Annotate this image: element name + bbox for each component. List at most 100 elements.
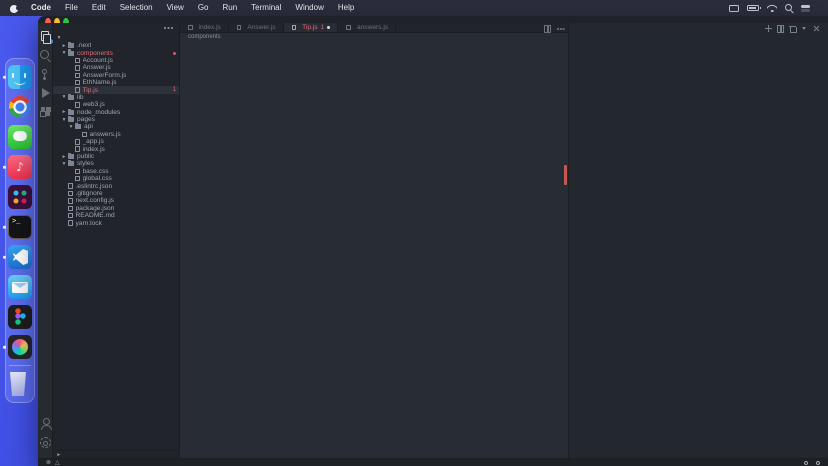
tab-answer.js[interactable]: Answer.js — [228, 23, 284, 32]
tree-item-readme.md[interactable]: README.md — [53, 212, 179, 219]
tree-item-ethname.js[interactable]: EthName.js — [53, 79, 179, 86]
control-center-icon[interactable] — [801, 4, 810, 12]
dock-item-trash[interactable] — [8, 372, 32, 396]
tree-item-answers.js[interactable]: answers.js — [53, 131, 179, 138]
window-titlebar[interactable] — [38, 16, 828, 28]
menu-item-code[interactable]: Code — [24, 0, 58, 16]
folder-icon — [68, 152, 74, 160]
menu-item-help[interactable]: Help — [331, 0, 361, 16]
tree-item-base.css[interactable]: base.css — [53, 168, 179, 175]
apple-menu-icon[interactable] — [10, 4, 20, 13]
breadcrumb-components[interactable]: components — [188, 34, 221, 40]
menu-item-view[interactable]: View — [160, 0, 191, 16]
notifications-bell-icon[interactable] — [816, 460, 820, 465]
tab-tip.js[interactable]: Tip.js 1 — [283, 23, 339, 32]
extensions-icon[interactable] — [39, 107, 51, 118]
menu-item-terminal[interactable]: Terminal — [244, 0, 288, 16]
kill-terminal-icon[interactable] — [789, 25, 797, 33]
terminal-output[interactable] — [577, 36, 778, 455]
tree-item-pages[interactable]: pages — [53, 115, 179, 123]
settings-gear-icon[interactable] — [39, 437, 51, 448]
tree-item-_app.js[interactable]: _app.js — [53, 138, 179, 145]
menu-item-selection[interactable]: Selection — [113, 0, 160, 16]
chevron-down-icon[interactable] — [801, 25, 808, 32]
dock-item-figma[interactable] — [8, 305, 32, 329]
source-control-icon[interactable] — [40, 69, 51, 80]
tree-item-public[interactable]: public — [53, 152, 179, 160]
tree-item-package.json[interactable]: package.json — [53, 205, 179, 212]
tree-item-answerform.js[interactable]: AnswerForm.js — [53, 72, 179, 79]
file-icon — [68, 190, 73, 197]
editor-group: index.js Answer.js Tip.js 1 answers.js compo… — [180, 23, 568, 458]
battery-icon[interactable] — [747, 5, 761, 11]
error-icon: ⊗ — [46, 460, 52, 466]
menu-item-window[interactable]: Window — [288, 0, 330, 16]
outline-section[interactable] — [53, 450, 179, 458]
tree-item-api[interactable]: api — [53, 123, 179, 130]
menu-item-go[interactable]: Go — [191, 0, 216, 16]
dock-item-chrome[interactable] — [8, 95, 32, 119]
dock-item-messages[interactable] — [8, 125, 32, 149]
split-editor-icon[interactable] — [544, 25, 551, 33]
tree-item-global.css[interactable]: global.css — [53, 175, 179, 182]
tree-item-node_modules[interactable]: node_modules — [53, 108, 179, 116]
dock-item-terminal[interactable] — [8, 215, 32, 239]
feedback-icon[interactable] — [804, 460, 808, 465]
tree-item-index.js[interactable]: index.js — [53, 145, 179, 153]
modified-dot — [173, 51, 176, 55]
tree-item-styles[interactable]: styles — [53, 160, 179, 167]
split-terminal-icon[interactable] — [777, 25, 784, 33]
account-icon[interactable] — [40, 418, 52, 430]
menubar-items: Code File Edit Selection View Go Run Terminal Wi… — [24, 0, 361, 16]
wifi-icon[interactable] — [767, 4, 777, 12]
dock-item-music[interactable] — [8, 155, 32, 179]
tree-item-lib[interactable]: lib — [53, 93, 179, 101]
tree-item-tip.js[interactable]: Tip.js 1 — [53, 86, 179, 94]
tab-answers.js[interactable]: answers.js — [338, 23, 397, 32]
folder-icon — [68, 49, 74, 56]
file-icon — [75, 175, 80, 182]
tree-item-account.js[interactable]: Account.js — [53, 57, 179, 64]
explorer-icon[interactable] — [40, 31, 53, 44]
dock-item-finder[interactable] — [8, 65, 32, 89]
more-actions-icon[interactable] — [557, 25, 564, 32]
display-icon[interactable] — [729, 4, 739, 12]
dock-item-creative[interactable] — [8, 335, 32, 359]
tree-item-.gitignore[interactable]: .gitignore — [53, 190, 179, 197]
run-debug-icon[interactable] — [40, 88, 51, 99]
tree-item-yarn.lock[interactable]: yarn.lock — [53, 219, 179, 227]
dock-item-mail[interactable] — [8, 275, 32, 299]
tree-item-.next[interactable]: .next — [53, 42, 179, 49]
file-icon — [188, 24, 193, 31]
overview-ruler-marker — [563, 165, 567, 185]
tree-item-next.config.js[interactable]: next.config.js — [53, 197, 179, 204]
dock-item-vscode[interactable] — [8, 245, 32, 269]
mail-icon — [8, 275, 32, 299]
tab-index.js[interactable]: index.js — [180, 23, 229, 32]
tree-item-web3.js[interactable]: web3.js — [53, 101, 179, 108]
code-editor[interactable] — [180, 40, 568, 458]
messages-icon — [8, 125, 32, 149]
dock-item-slack[interactable] — [8, 185, 32, 209]
tree-item-answer.js[interactable]: Answer.js — [53, 64, 179, 71]
workspace-root[interactable] — [53, 33, 179, 42]
editor-scrollbar[interactable] — [561, 40, 568, 458]
folder-icon — [68, 108, 74, 115]
new-terminal-icon[interactable] — [765, 25, 772, 32]
menu-item-file[interactable]: File — [58, 0, 85, 16]
menu-item-run[interactable]: Run — [215, 0, 244, 16]
search-icon[interactable] — [785, 4, 793, 12]
tree-item-components[interactable]: components — [53, 49, 179, 57]
dirty-indicator — [326, 25, 331, 30]
problems-status[interactable]: ⊗ △ — [46, 459, 62, 466]
menu-item-edit[interactable]: Edit — [85, 0, 113, 16]
close-panel-icon[interactable] — [813, 25, 820, 32]
search-view-icon[interactable] — [39, 50, 51, 61]
tree-item-.eslintrc.json[interactable]: .eslintrc.json — [53, 182, 179, 190]
more-actions-icon[interactable] — [164, 27, 173, 29]
